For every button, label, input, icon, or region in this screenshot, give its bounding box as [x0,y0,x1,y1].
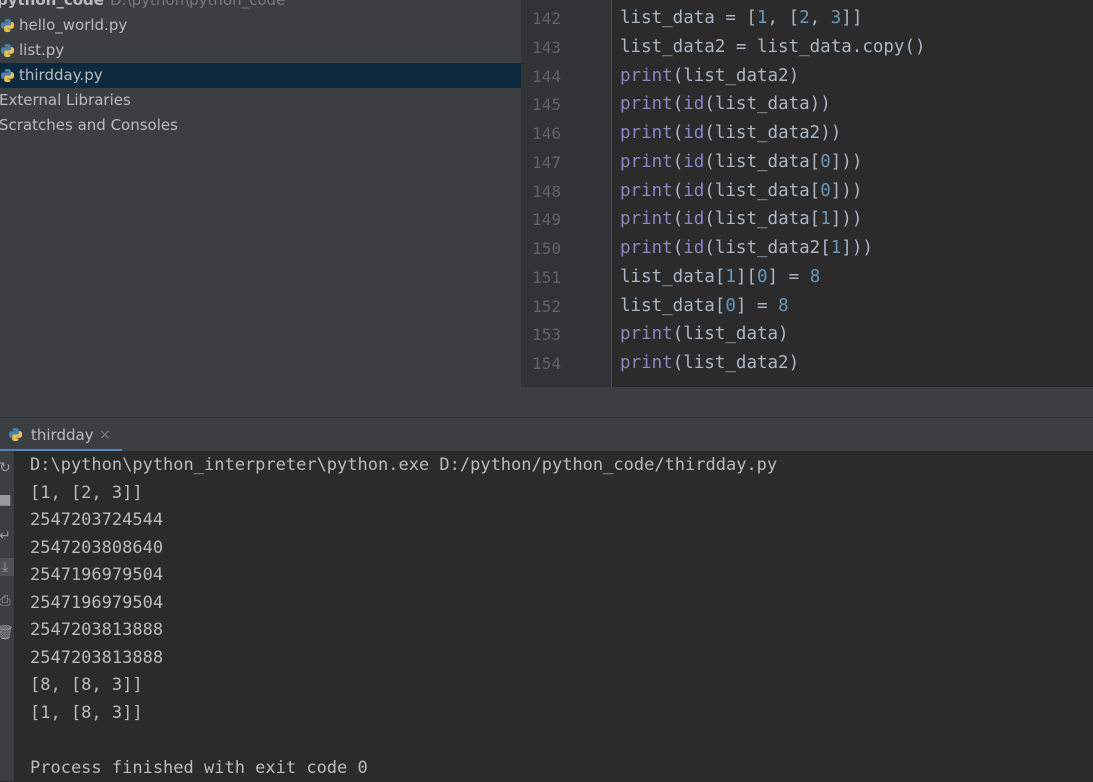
code-text: print(id(list_data[0])) [620,148,862,177]
code-text: list_data[0] = 8 [620,292,789,321]
run-console[interactable]: D:\python\python_interpreter\python.exe … [15,451,1093,781]
code-text: print(list_data) [620,320,789,349]
line-number: 153 [527,320,561,349]
python-file-icon [8,427,23,442]
console-output-line: [1, [2, 3]] [30,480,143,508]
close-icon[interactable]: × [99,418,111,452]
external-libraries-label: External Libraries [0,88,131,113]
line-number: 142 [527,4,561,33]
python-file-icon [0,18,15,33]
code-text: list_data[1][0] = 8 [620,263,820,292]
file-name: thirdday.py [19,63,103,88]
console-output-line: [1, [8, 3]] [30,700,143,728]
code-line[interactable]: 150 print(id(list_data2[1])) [521,234,1093,263]
stop-icon[interactable]: ■ [0,491,14,509]
tree-item-file[interactable]: thirdday.py [0,63,521,88]
code-text: list_data = [1, [2, 3]] [620,4,862,33]
line-number: 144 [527,62,561,91]
tree-item-file[interactable]: list.py [0,38,521,63]
code-line[interactable]: 143 list_data2 = list_data.copy() [521,33,1093,62]
console-output-line: 2547203724544 [30,507,163,535]
line-number: 150 [527,234,561,263]
editor-bottom-bar [521,387,1093,417]
code-line[interactable]: 148 print(id(list_data[0])) [521,177,1093,206]
code-line[interactable]: 146 print(id(list_data2)) [521,119,1093,148]
line-number: 152 [527,292,561,321]
code-editor[interactable]: 142 list_data = [1, [2, 3]] 143 list_data2 … [521,0,1093,417]
line-number: 146 [527,119,561,148]
code-line[interactable]: 154 print(list_data2) [521,349,1093,378]
console-output-line: 2547203813888 [30,617,163,645]
code-text: print(id(list_data2[1])) [620,234,873,263]
code-line[interactable]: 147 print(id(list_data[0])) [521,148,1093,177]
code-line[interactable]: 145 print(id(list_data)) [521,90,1093,119]
code-text: print(id(list_data[1])) [620,205,862,234]
code-line[interactable]: 152 list_data[0] = 8 [521,292,1093,321]
line-number: 148 [527,177,561,206]
tree-item-scratches[interactable]: Scratches and Consoles [0,113,521,138]
tree-item-file[interactable]: hello_world.py [0,13,521,38]
project-root[interactable]: python_code D:\python\python_code [0,0,521,13]
tree-item-external-libraries[interactable]: External Libraries [0,88,521,113]
print-icon[interactable]: ⎙ [0,592,14,610]
rerun-icon[interactable]: ↻ [0,459,14,477]
run-panel-header: thirdday × [0,417,1093,451]
run-tab-label: thirdday [31,418,94,452]
line-number: 154 [527,349,561,378]
project-root-name: python_code [0,0,104,9]
code-text: print(list_data2) [620,349,799,378]
line-number: 151 [527,263,561,292]
code-line[interactable]: 149 print(id(list_data[1])) [521,205,1093,234]
console-output-line: 2547203813888 [30,645,163,673]
python-file-icon [0,68,15,83]
console-output-line: Process finished with exit code 0 [30,755,368,782]
code-text: list_data2 = list_data.copy() [620,33,926,62]
run-toolbar: ↻ ■ ↵ ⤓ ⎙ 🗑 [0,451,15,781]
code-line[interactable]: 153 print(list_data) [521,320,1093,349]
line-number: 147 [527,148,561,177]
trash-icon[interactable]: 🗑 [0,624,14,642]
project-root-path: D:\python\python_code [110,0,285,9]
project-panel: python_code D:\python\python_code hello_w… [0,0,521,417]
code-line[interactable]: 142 list_data = [1, [2, 3]] [521,4,1093,33]
python-file-icon [0,43,15,58]
console-output-line: 2547196979504 [30,562,163,590]
scroll-to-end-icon[interactable]: ⤓ [0,558,14,576]
console-output-line: 2547203808640 [30,535,163,563]
code-text: print(id(list_data2)) [620,119,841,148]
file-name: list.py [19,38,64,63]
line-number: 149 [527,205,561,234]
code-line[interactable]: 151 list_data[1][0] = 8 [521,263,1093,292]
code-line[interactable]: 144 print(list_data2) [521,62,1093,91]
console-output-line: [8, [8, 3]] [30,672,143,700]
scratches-label: Scratches and Consoles [0,113,178,138]
console-output-line: D:\python\python_interpreter\python.exe … [30,452,777,480]
code-text: print(id(list_data)) [620,90,831,119]
code-text: print(list_data2) [620,62,799,91]
run-tab-thirdday[interactable]: thirdday × [0,418,122,452]
line-number: 145 [527,90,561,119]
console-output-line: 2547196979504 [30,590,163,618]
soft-wrap-icon[interactable]: ↵ [0,527,14,545]
line-number: 143 [527,33,561,62]
code-text: print(id(list_data[0])) [620,177,862,206]
file-name: hello_world.py [19,13,127,38]
